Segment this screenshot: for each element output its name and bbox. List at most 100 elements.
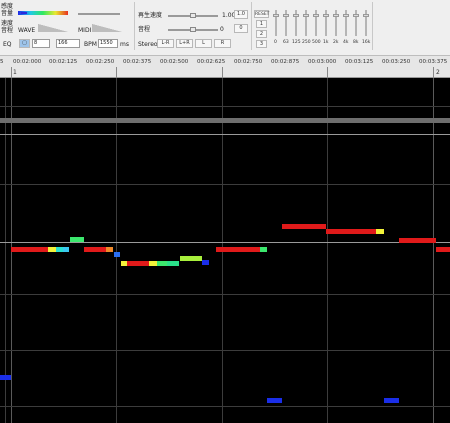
piano-roll[interactable] [0, 78, 450, 423]
preset-1-button[interactable]: 1 [256, 20, 267, 28]
pitch-note[interactable] [70, 237, 84, 242]
midi-label: MIDI [78, 27, 92, 34]
eq-band-slider[interactable] [313, 10, 319, 36]
pitch-note[interactable] [436, 247, 450, 252]
separator [372, 2, 373, 50]
stereo-l-plus-r-button[interactable]: L+R [176, 39, 193, 48]
playback-speed-thumb[interactable] [190, 13, 196, 18]
beat-line [5, 78, 6, 423]
pitch-note[interactable] [399, 238, 436, 243]
stereo-l-button[interactable]: L [195, 39, 212, 48]
octave-line [0, 406, 450, 407]
stereo-l-minus-r-button[interactable]: L-R [157, 39, 174, 48]
separator [251, 2, 252, 50]
ruler-time-label: 00:03:000 [308, 59, 337, 65]
pitch-sub-label: 音程 [1, 27, 14, 34]
eq-band-label: 4k [343, 40, 349, 45]
ruler-time-label: 00:03:125 [345, 59, 374, 65]
pitch-note[interactable] [376, 229, 384, 234]
pitch-note[interactable] [216, 247, 260, 252]
eq-band-slider[interactable] [333, 10, 339, 36]
pitch-note[interactable] [267, 398, 282, 403]
pitch-note[interactable] [11, 247, 48, 252]
measure-number: 2 [436, 69, 440, 76]
pitch-note[interactable] [384, 398, 399, 403]
time-ruler[interactable]: 5 00:02:000 00:02:125 00:02:250 00:02:37… [0, 56, 450, 78]
eq-band-slider[interactable] [273, 10, 279, 36]
pitch-note[interactable] [202, 260, 209, 265]
ruler-time-label: 00:02:875 [271, 59, 300, 65]
stereo-r-button[interactable]: R [214, 39, 231, 48]
ruler-time-label: 00:02:750 [234, 59, 263, 65]
ruler-time-label: 00:02:500 [160, 59, 189, 65]
volume-label: 音量 [1, 10, 14, 17]
ruler-time-label: 00:02:250 [86, 59, 115, 65]
eq-label: EQ [3, 41, 12, 48]
key-input[interactable]: 8 [32, 39, 50, 48]
pitch-note[interactable] [167, 261, 179, 266]
ruler-time-label: 5 [0, 59, 4, 65]
tempo-input[interactable]: 166 [56, 39, 80, 48]
ruler-tick [327, 67, 328, 78]
pitch-note[interactable] [282, 224, 326, 229]
eq-band-slider[interactable] [323, 10, 329, 36]
ruler-time-label: 00:03:375 [419, 59, 448, 65]
playback-speed-reset-button[interactable]: 1.0 [234, 10, 248, 19]
eq-band-label: 2k [333, 40, 339, 45]
pitch-note[interactable] [56, 247, 63, 252]
octave-line [0, 106, 450, 107]
ruler-time-label: 00:02:375 [123, 59, 152, 65]
midi-volume-slider[interactable] [78, 13, 120, 15]
pitch-note[interactable] [106, 247, 113, 252]
playback-speed-label: 再生速度 [138, 12, 163, 19]
pitch-note[interactable] [114, 252, 120, 257]
eq-band-label: 1k [323, 40, 329, 45]
pitch-note[interactable] [180, 256, 202, 261]
pitch-note[interactable] [149, 261, 157, 266]
eq-band-slider[interactable] [363, 10, 369, 36]
pitch-note[interactable] [326, 229, 376, 234]
midi-level-ramp[interactable] [92, 24, 122, 32]
eq-band-slider[interactable] [283, 10, 289, 36]
preset-3-button[interactable]: 3 [256, 40, 267, 48]
ms-input[interactable]: 1550 [98, 39, 118, 48]
eq-band-label: 63 [283, 40, 289, 45]
ruler-tick [11, 67, 12, 78]
ms-label: ms [120, 41, 129, 48]
ruler-time-label: 00:02:000 [13, 59, 42, 65]
octave-line [0, 350, 450, 351]
pitch-note[interactable] [157, 261, 167, 266]
octave-line [0, 294, 450, 295]
beat-line [116, 78, 117, 423]
eq-band-slider[interactable] [343, 10, 349, 36]
beat-line [433, 78, 434, 423]
eq-band-label: 125 [292, 40, 301, 45]
speed-label: 速度 [1, 20, 14, 27]
pitch-reset-button[interactable]: 0 [234, 24, 248, 33]
octave-line [0, 184, 450, 185]
ruler-tick [116, 67, 117, 78]
pitch-note[interactable] [63, 247, 69, 252]
pitch-note[interactable] [0, 375, 11, 380]
eq-band-slider[interactable] [353, 10, 359, 36]
eq-toggle-button[interactable]: ▢ [19, 39, 30, 48]
sensitivity-label: 感度 [1, 3, 14, 10]
playback-region-bar [0, 118, 450, 123]
separator [134, 2, 135, 50]
pitch-note[interactable] [260, 247, 267, 252]
eq-band-label: 16k [362, 40, 371, 45]
pitch-thumb[interactable] [190, 27, 196, 32]
pitch-note[interactable] [48, 247, 56, 252]
eq-band-slider[interactable] [303, 10, 309, 36]
wave-label: WAVE [18, 27, 36, 34]
eq-band-slider[interactable] [293, 10, 299, 36]
volume-meter [21, 12, 27, 14]
eq-band-label: 8k [353, 40, 359, 45]
eq-reset-button[interactable]: RESET [254, 10, 269, 18]
preset-2-button[interactable]: 2 [256, 30, 267, 38]
ruler-time-label: 00:02:125 [49, 59, 78, 65]
wave-level-ramp[interactable] [38, 24, 68, 32]
pitch-note[interactable] [84, 247, 106, 252]
pitch-note[interactable] [121, 261, 127, 266]
beat-line [327, 78, 328, 423]
